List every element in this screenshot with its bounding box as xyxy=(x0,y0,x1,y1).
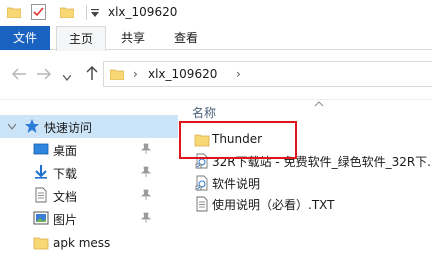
sidebar-item-apk-mess[interactable]: apk mess xyxy=(0,232,178,255)
sidebar-item-label: 图片 xyxy=(53,213,78,227)
chevron-right-icon[interactable]: › xyxy=(236,67,241,81)
tab-share[interactable]: 共享 xyxy=(111,26,155,50)
sidebar-item-downloads[interactable]: 下载 xyxy=(0,161,178,184)
picture-icon xyxy=(33,210,49,226)
tab-view[interactable]: 查看 xyxy=(164,26,208,50)
sidebar-item-label: 快速访问 xyxy=(44,121,93,135)
folder-icon xyxy=(33,235,49,251)
column-header-name[interactable]: 名称 xyxy=(192,104,216,121)
list-item[interactable]: 使用说明（必看）.TXT xyxy=(178,194,432,214)
ribbon-tabs: 文件 主页 共享 查看 xyxy=(0,26,432,51)
navigation-bar: › xlx_109620 › xyxy=(0,51,432,99)
sidebar-item-label: apk mess xyxy=(53,236,111,250)
desktop-icon xyxy=(33,141,49,157)
chevron-right-icon[interactable]: › xyxy=(133,67,138,81)
highlight-box xyxy=(179,121,297,159)
download-icon xyxy=(33,164,49,180)
pin-icon[interactable] xyxy=(140,212,152,224)
sidebar-item-label: 下载 xyxy=(53,167,78,181)
sidebar-item-quick-access[interactable]: 快速访问 xyxy=(0,115,178,138)
sidebar-item-desktop[interactable]: 桌面 xyxy=(0,138,178,161)
folder-icon xyxy=(6,6,22,19)
file-name: 使用说明（必看）.TXT xyxy=(212,198,335,212)
sidebar-item-documents[interactable]: 文档 xyxy=(0,184,178,207)
recent-locations-icon[interactable] xyxy=(62,71,72,81)
sidebar-item-pictures[interactable]: 图片 xyxy=(0,207,178,230)
customize-toolbar-icon[interactable] xyxy=(91,8,99,17)
window-title: xlx_109620 xyxy=(108,5,178,19)
star-icon xyxy=(24,118,40,134)
text-file-icon xyxy=(194,196,210,212)
file-list: 名称 Thunder 32R下载站 - 免费软件_绿色软件_32R下... 软件… xyxy=(178,100,432,256)
title-bar: xlx_109620 xyxy=(0,0,432,26)
tab-home[interactable]: 主页 xyxy=(56,26,106,51)
navigation-pane: 快速访问 桌面 下载 文档 图片 apk mess xyxy=(0,100,178,256)
address-bar[interactable]: › xlx_109620 › xyxy=(103,61,432,87)
list-item[interactable]: 软件说明 xyxy=(178,173,432,193)
sort-arrow-icon xyxy=(314,97,324,107)
forward-arrow-icon[interactable] xyxy=(36,67,52,81)
pin-icon[interactable] xyxy=(140,143,152,155)
document-icon xyxy=(33,187,49,203)
back-arrow-icon[interactable] xyxy=(11,67,27,81)
pin-icon[interactable] xyxy=(140,189,152,201)
chevron-down-icon[interactable] xyxy=(7,121,17,131)
new-folder-icon[interactable] xyxy=(59,6,75,19)
up-arrow-icon[interactable] xyxy=(85,65,99,81)
sidebar-item-label: 桌面 xyxy=(53,144,78,158)
sidebar-item-label: 文档 xyxy=(53,190,78,204)
tab-file[interactable]: 文件 xyxy=(0,26,50,50)
properties-icon[interactable] xyxy=(31,4,46,20)
file-name: 软件说明 xyxy=(212,177,261,191)
folder-icon xyxy=(109,68,125,81)
toolbar-separator xyxy=(86,5,87,20)
pin-icon[interactable] xyxy=(140,166,152,178)
internet-shortcut-icon xyxy=(194,175,210,191)
address-path[interactable]: xlx_109620 xyxy=(148,67,217,81)
